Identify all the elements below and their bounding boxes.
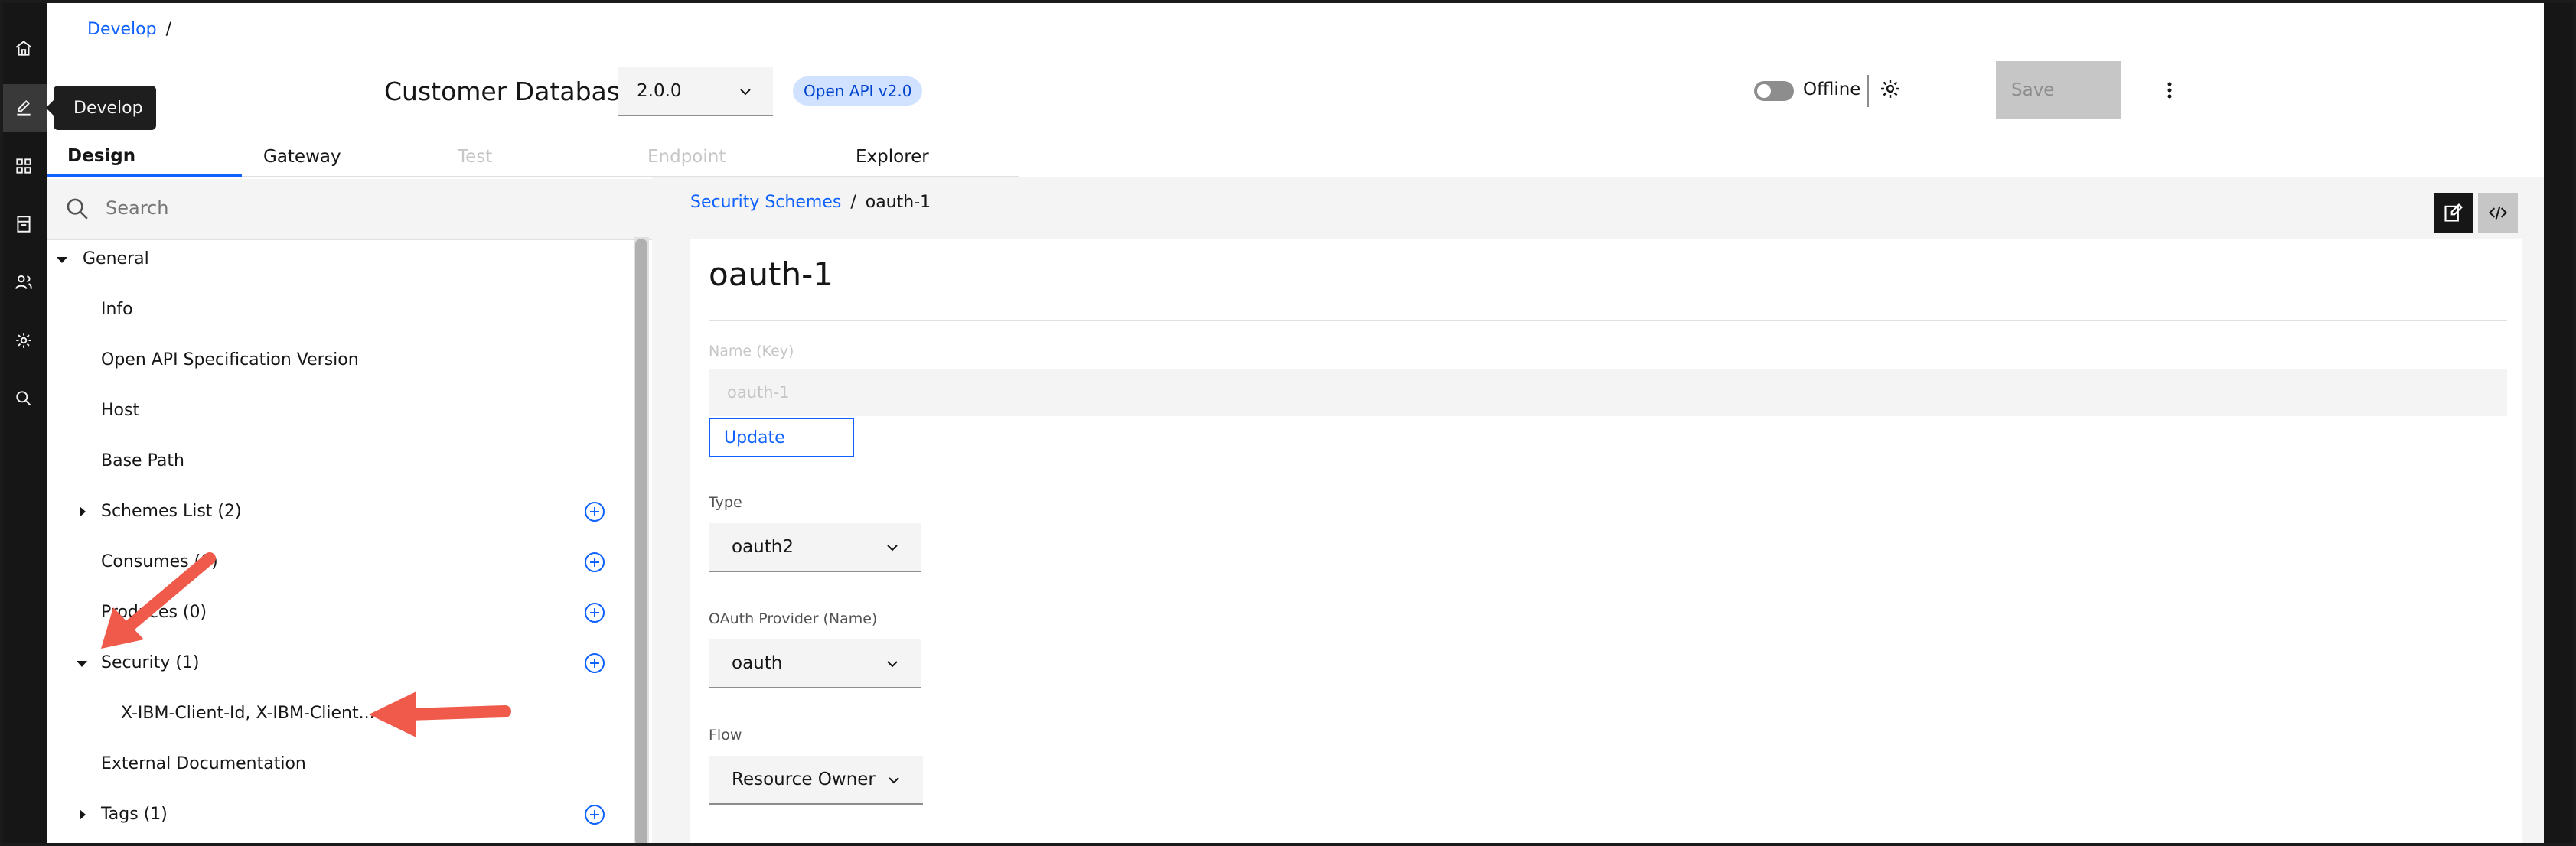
settings-button[interactable]	[0, 317, 47, 364]
tree-item-schemes-list[interactable]: Schemes List (2)	[101, 502, 242, 521]
add-circle-icon[interactable]	[583, 551, 606, 574]
title-divider	[709, 320, 2507, 321]
search-icon	[67, 198, 88, 220]
edit-icon	[17, 99, 31, 116]
right-edge-strip	[2544, 0, 2576, 846]
tab-endpoint: Endpoint	[631, 138, 825, 177]
tooltip-text: Develop	[73, 98, 143, 118]
gear-icon[interactable]	[1878, 76, 1903, 101]
type-value: oauth2	[732, 537, 794, 557]
tree-item-security-requirement[interactable]: X-IBM-Client-Id, X-IBM-Client...	[121, 704, 375, 723]
caret-right-icon[interactable]	[80, 809, 86, 820]
catalog-icon	[17, 216, 31, 233]
add-circle-icon[interactable]	[583, 803, 606, 826]
breadcrumb-security-schemes-link[interactable]: Security Schemes	[690, 193, 841, 212]
tab-test: Test	[436, 138, 631, 177]
tree-item-security[interactable]: Security (1)	[101, 653, 200, 672]
update-button[interactable]: Update	[709, 418, 854, 457]
overflow-menu-icon[interactable]	[2158, 76, 2181, 104]
breadcrumb-separator: /	[850, 193, 856, 212]
version-value: 2.0.0	[637, 81, 682, 101]
tab-explorer[interactable]: Explorer	[825, 138, 1019, 177]
add-circle-icon[interactable]	[583, 652, 606, 675]
search-icon	[16, 391, 31, 406]
tab-gateway[interactable]: Gateway	[242, 138, 436, 177]
type-label: Type	[709, 494, 742, 511]
chevron-down-icon	[740, 89, 751, 96]
chevron-down-icon	[889, 777, 899, 784]
security-scheme-card: oauth-1 Name (Key) oauth-1 Update Type o…	[690, 239, 2522, 846]
tree-item-external-docs[interactable]: External Documentation	[101, 754, 306, 773]
name-key-field: oauth-1	[709, 369, 2507, 416]
flow-value: Resource Owner	[732, 770, 876, 789]
version-dropdown[interactable]: 2.0.0	[618, 67, 773, 116]
gear-icon	[16, 333, 31, 348]
offline-label: Offline	[1803, 80, 1861, 99]
add-circle-icon[interactable]	[583, 601, 606, 624]
tree-item-info[interactable]: Info	[101, 300, 133, 319]
edit-icon	[2444, 203, 2463, 222]
caret-down-icon[interactable]	[77, 661, 87, 667]
tree-item-host[interactable]: Host	[101, 401, 139, 420]
tree-item-produces[interactable]: Produces (0)	[101, 603, 207, 622]
chevron-down-icon	[887, 545, 898, 552]
apps-button[interactable]	[0, 142, 47, 190]
search-rail-button[interactable]	[0, 375, 47, 422]
tree-item-general[interactable]: General	[83, 249, 149, 268]
name-key-value: oauth-1	[727, 383, 790, 402]
caret-down-icon[interactable]	[57, 257, 67, 263]
breadcrumb-current: oauth-1	[865, 193, 931, 212]
left-icon-rail	[0, 0, 47, 846]
tree-item-consumes[interactable]: Consumes (0)	[101, 552, 218, 571]
type-dropdown[interactable]: oauth2	[709, 523, 921, 572]
scheme-title: oauth-1	[709, 255, 834, 293]
top-breadcrumb: Develop /	[87, 20, 171, 39]
tab-design[interactable]: Design	[47, 138, 242, 177]
name-key-label: Name (Key)	[709, 343, 794, 360]
header-divider	[1867, 75, 1869, 107]
api-title: Customer Database	[384, 76, 636, 106]
breadcrumb-develop-link[interactable]: Develop	[87, 20, 157, 39]
chevron-down-icon	[887, 661, 898, 668]
tree-scrollbar-thumb[interactable]	[635, 239, 647, 846]
breadcrumb-separator: /	[165, 20, 171, 39]
flow-label: Flow	[709, 727, 742, 744]
editor-tabs: Design Gateway Test Endpoint Explorer	[47, 138, 1019, 177]
content-breadcrumb: Security Schemes / oauth-1	[690, 193, 931, 212]
openapi-version-tag: Open API v2.0	[793, 76, 923, 106]
code-icon	[2489, 206, 2507, 220]
tree-item-tags[interactable]: Tags (1)	[101, 805, 168, 824]
apps-icon	[16, 158, 31, 174]
oauth-provider-label: OAuth Provider (Name)	[709, 610, 878, 627]
caret-right-icon[interactable]	[80, 506, 86, 517]
users-button[interactable]	[0, 259, 47, 306]
design-tree-panel: General Info Open API Specification Vers…	[47, 177, 652, 846]
develop-button[interactable]	[0, 84, 47, 132]
users-icon	[15, 275, 32, 289]
develop-tooltip: Develop	[46, 86, 156, 130]
oauth-provider-dropdown[interactable]: oauth	[709, 639, 921, 688]
catalog-button[interactable]	[0, 200, 47, 248]
tree-item-openapi-version[interactable]: Open API Specification Version	[101, 350, 359, 369]
source-view-button[interactable]	[2478, 193, 2518, 233]
flow-dropdown[interactable]: Resource Owner	[709, 756, 923, 805]
home-icon	[15, 41, 32, 56]
tree-item-base-path[interactable]: Base Path	[101, 451, 184, 470]
form-view-button[interactable]	[2434, 193, 2473, 233]
add-circle-icon[interactable]	[583, 500, 606, 523]
home-button[interactable]	[0, 24, 47, 72]
oauth-provider-value: oauth	[732, 653, 783, 673]
save-button[interactable]: Save	[1996, 61, 2121, 119]
search-input[interactable]	[106, 193, 626, 223]
tree-search	[47, 179, 652, 240]
content-area: Security Schemes / oauth-1 oauth-1 Name …	[652, 177, 2544, 846]
offline-toggle[interactable]	[1754, 81, 1794, 101]
